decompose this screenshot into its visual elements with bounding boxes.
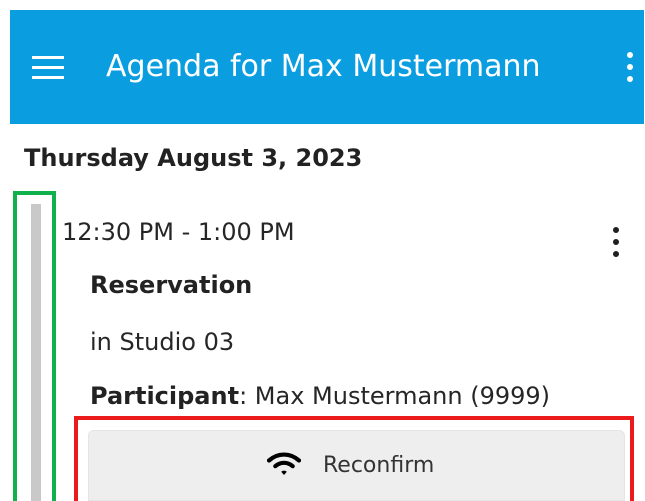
reconfirm-button[interactable]: Reconfirm	[88, 430, 625, 501]
header-more-icon[interactable]	[625, 51, 635, 85]
agenda-item-location: in Studio 03	[90, 328, 235, 356]
participant-row: Participant: Max Mustermann (9999)	[90, 380, 550, 412]
hamburger-menu-icon[interactable]	[32, 56, 64, 80]
agenda-item-title: Reservation	[90, 271, 253, 299]
reconfirm-button-label: Reconfirm	[323, 452, 435, 478]
participant-label: Participant	[90, 382, 240, 410]
agenda-time-range: 12:30 PM - 1:00 PM	[62, 218, 295, 246]
wifi-icon	[267, 452, 301, 475]
app-header: Agenda for Max Mustermann	[10, 10, 644, 124]
date-heading: Thursday August 3, 2023	[24, 144, 363, 172]
agenda-screen: Agenda for Max Mustermann Thursday Augus…	[0, 0, 645, 501]
page-title: Agenda for Max Mustermann	[106, 49, 541, 84]
participant-value: Max Mustermann (9999)	[247, 382, 551, 410]
agenda-time-indicator	[31, 204, 41, 501]
agenda-item-more-icon[interactable]	[611, 226, 621, 260]
participant-separator: :	[239, 382, 248, 410]
reconfirm-button-content: Reconfirm	[267, 448, 434, 482]
